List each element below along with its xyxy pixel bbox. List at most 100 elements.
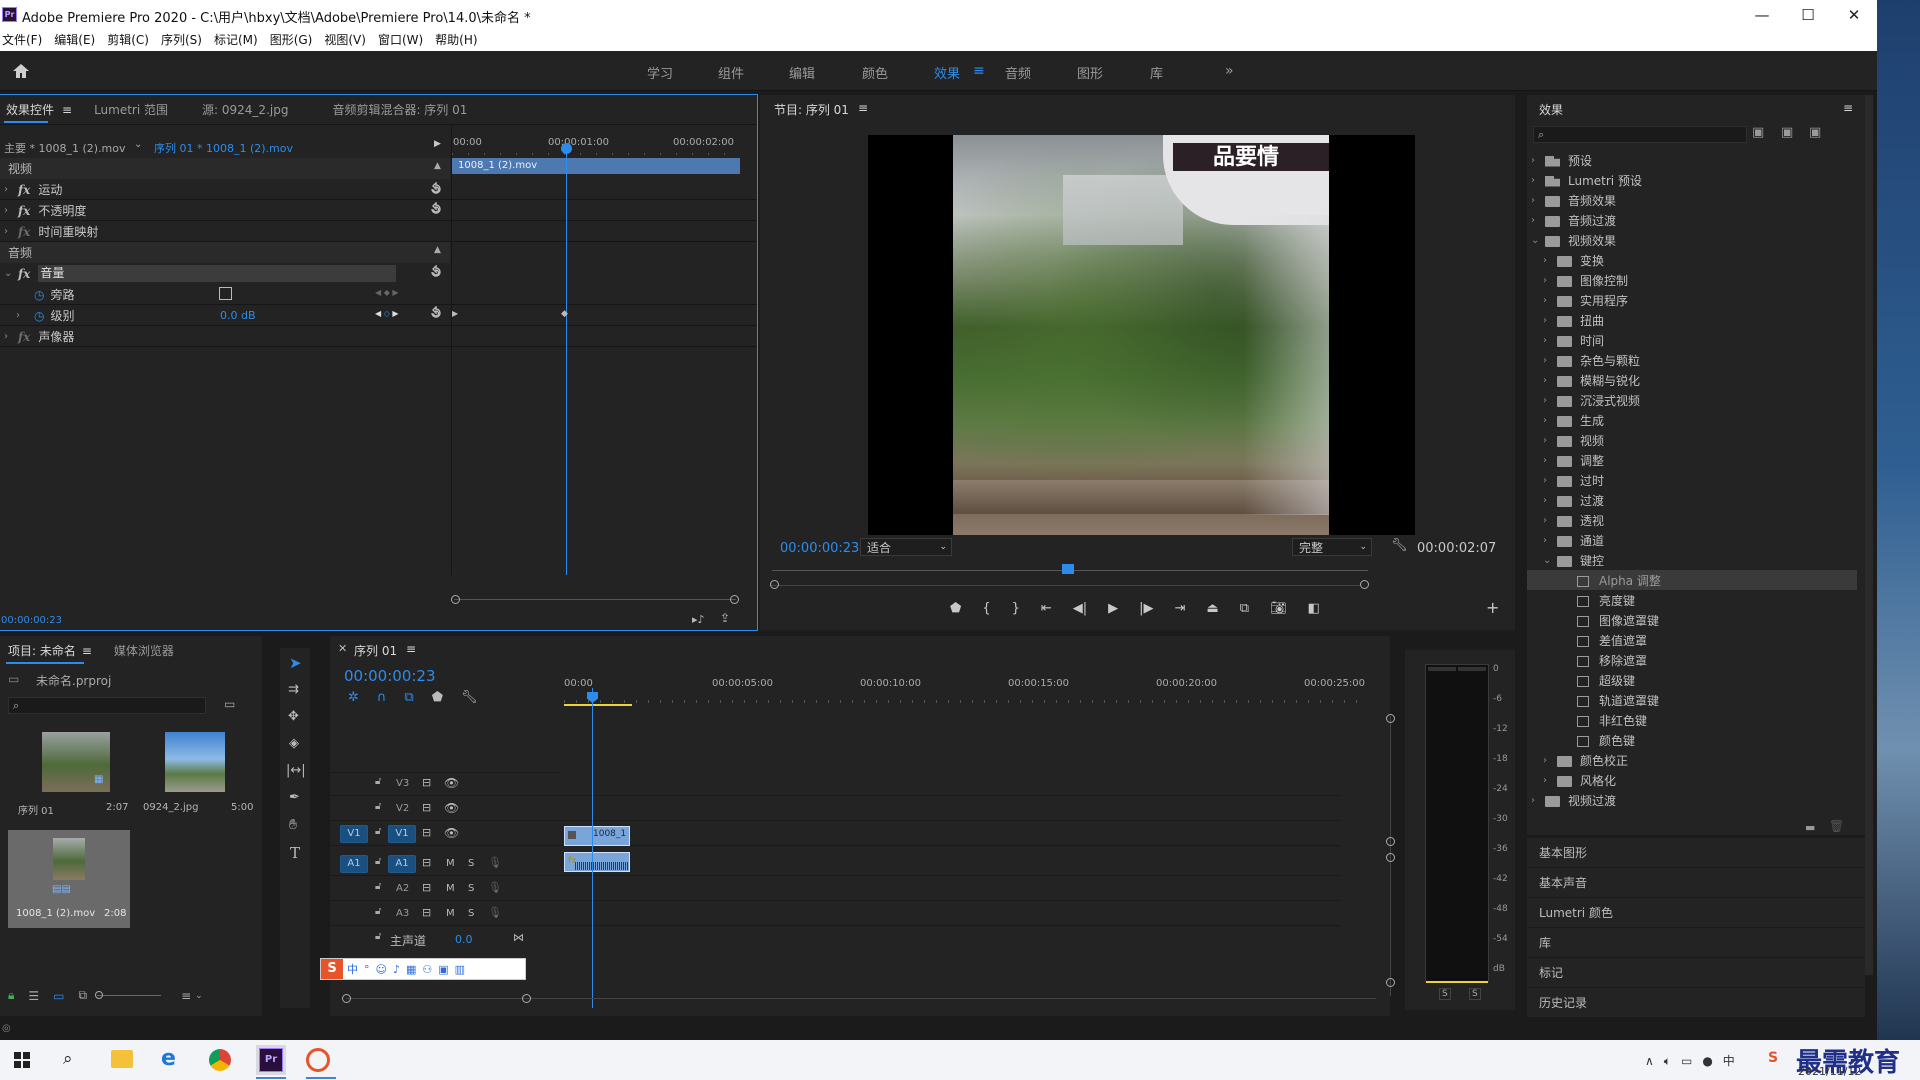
close-tab-icon[interactable]: ✕ [338, 642, 347, 655]
mute-button[interactable]: M [446, 858, 455, 869]
add-marker-icon[interactable]: ⬟ [950, 601, 961, 616]
delete-icon[interactable]: 🗑︎ [1829, 819, 1844, 833]
stopwatch-icon[interactable]: ◷ [34, 288, 44, 302]
workspace-learn[interactable]: 学习 [647, 63, 673, 82]
menu-graphics[interactable]: 图形(G) [270, 29, 313, 51]
play-icon[interactable]: ▶ [1108, 601, 1118, 616]
snap-icon[interactable]: ∩ [377, 690, 387, 705]
keying-effect-item[interactable]: 超级键 [1527, 670, 1857, 690]
timeline-settings-icon[interactable]: 🔧︎ [461, 690, 478, 705]
ec-zoom-handle-right[interactable] [730, 595, 739, 604]
video-effect-category[interactable]: › 扭曲 [1527, 310, 1857, 330]
track-label[interactable]: V2 [396, 803, 409, 814]
workspace-menu-icon[interactable]: ≡ [973, 63, 985, 79]
windows-start-icon[interactable] [14, 1052, 30, 1068]
expand-arrow-icon[interactable]: ▶ [452, 309, 458, 318]
razor-tool-icon[interactable]: ◈ [289, 736, 299, 751]
eye-icon[interactable]: 👁︎ [444, 826, 459, 840]
video-effect-category[interactable]: › 图像控制 [1527, 270, 1857, 290]
effects-category[interactable]: › 音频效果 [1527, 190, 1857, 210]
menu-clip[interactable]: 剪辑(C) [107, 29, 149, 51]
reset-level-icon[interactable] [429, 306, 443, 320]
track-lock-icon[interactable]: 🔓︎ [375, 856, 381, 867]
ec-timecode[interactable]: 00:00:00:23 [1, 615, 62, 626]
quality-dropdown[interactable]: 完整 ⌄ [1292, 538, 1372, 556]
video-effect-category[interactable]: › 沉浸式视频 [1527, 390, 1857, 410]
ec-zoom-handle-left[interactable] [451, 595, 460, 604]
source-patch-button[interactable]: V1 [340, 825, 368, 843]
ripple-edit-tool-icon[interactable]: ✥ [288, 709, 299, 724]
home-icon[interactable] [12, 63, 30, 79]
sync-lock-icon[interactable]: ⊟ [422, 906, 431, 919]
mute-button[interactable]: M [446, 908, 455, 919]
panel-menu-icon[interactable]: ≡ [858, 101, 868, 115]
close-button[interactable]: ✕ [1834, 4, 1874, 26]
ec-split-divider[interactable] [451, 125, 452, 575]
section-5[interactable]: 历史记录 [1527, 988, 1865, 1017]
workspace-graphics[interactable]: 图形 [1077, 63, 1103, 82]
project-item-sequence[interactable]: ▦ 序列 01 2:07 [8, 728, 130, 824]
reset-opacity-icon[interactable] [429, 202, 443, 216]
master-track-row[interactable]: 🔓︎ 主声道 0.0 ⋈ [330, 927, 1340, 951]
track-lock-icon[interactable]: 🔓︎ [375, 776, 381, 787]
track-label[interactable]: V3 [396, 778, 409, 789]
solo-button[interactable]: S [468, 908, 474, 919]
timeline-title[interactable]: 序列 01 [354, 642, 397, 659]
program-title[interactable]: 节目: 序列 01 [774, 101, 849, 118]
sort-dropdown-icon[interactable]: ⌄ [195, 991, 203, 1001]
track-lock-icon[interactable]: 🔓︎ [375, 801, 381, 812]
panel-menu-icon[interactable]: ≡ [62, 103, 72, 117]
edge-browser-icon[interactable]: e [161, 1046, 176, 1071]
window-scrollbar[interactable] [1865, 95, 1873, 975]
tab-media-browser[interactable]: 媒体浏览器 [114, 642, 174, 659]
project-item-image[interactable]: 0924_2.jpg 5:00 [135, 728, 257, 824]
mute-button[interactable]: M [446, 883, 455, 894]
horizontal-scrollbar[interactable] [346, 998, 1376, 999]
list-view-icon[interactable]: ☰ [28, 989, 39, 1003]
program-playhead[interactable] [1062, 564, 1074, 574]
nest-toggle-icon[interactable]: ✲ [348, 690, 359, 705]
eye-icon[interactable]: 👁︎ [444, 801, 459, 815]
effect-row-panner[interactable]: › fx 声像器 [0, 326, 450, 347]
effects-category[interactable]: › 音频过渡 [1527, 210, 1857, 230]
sequence-clip-link[interactable]: 序列 01 * 1008_1 (2).mov [154, 140, 293, 156]
section-1[interactable]: 基本声音 [1527, 868, 1865, 897]
menu-window[interactable]: 窗口(W) [378, 29, 423, 51]
type-tool-icon[interactable]: T [290, 844, 300, 862]
pen-tool-icon[interactable]: ✒ [289, 790, 300, 805]
workspace-effects[interactable]: 效果 [934, 63, 960, 82]
workspace-audio[interactable]: 音频 [1005, 63, 1031, 82]
go-to-in-icon[interactable]: ⇤ [1041, 601, 1052, 616]
video-collapse-icon[interactable]: ▲ [434, 161, 441, 171]
track-label[interactable]: A2 [396, 883, 409, 894]
level-value[interactable]: 0.0 dB [220, 309, 256, 322]
project-search-input[interactable]: ⌕ [8, 697, 206, 714]
effects-category[interactable]: ⌄ 视频效果 [1527, 230, 1857, 250]
keying-effect-item[interactable]: 移除遮罩 [1527, 650, 1857, 670]
effects-search-input[interactable]: ⌕ [1533, 126, 1747, 143]
search-icon[interactable]: ⌕ [63, 1049, 73, 1069]
effects-category[interactable]: › Lumetri 预设 [1527, 170, 1857, 190]
go-to-end-icon[interactable]: ⋈ [513, 931, 524, 944]
effect-row-volume[interactable]: ⌄ fx 音量 [0, 263, 450, 284]
level-keyframe-icon[interactable]: ◆ [561, 309, 568, 319]
menu-file[interactable]: 文件(F) [2, 29, 42, 51]
maximize-button[interactable]: ☐ [1788, 4, 1828, 26]
stopwatch-icon[interactable]: ◷ [34, 309, 44, 323]
eye-icon[interactable]: 👁︎ [444, 776, 459, 790]
video-effect-category[interactable]: › 过渡 [1527, 490, 1857, 510]
ime-tool-icons[interactable]: 中°☺♪▦⚇▣▥ [347, 961, 471, 977]
video-effect-category[interactable]: › 杂色与颗粒 [1527, 350, 1857, 370]
program-timecode[interactable]: 00:00:00:23 [780, 541, 859, 556]
new-bin-icon[interactable]: ▬ [1805, 821, 1815, 834]
step-forward-icon[interactable]: |▶ [1139, 601, 1153, 616]
track-lock-icon[interactable]: 🔓︎ [375, 906, 381, 917]
zoom-slider[interactable] [95, 991, 162, 999]
play-clip-audio-icon[interactable]: ▶ [434, 139, 441, 149]
reset-volume-icon[interactable] [429, 265, 443, 279]
menu-marker[interactable]: 标记(M) [214, 29, 258, 51]
program-zoom-handle-left[interactable] [770, 580, 779, 589]
effect-row-motion[interactable]: › fx 运动 [0, 179, 450, 200]
keying-effect-item[interactable]: 非红色键 [1527, 710, 1857, 730]
yuv-effects-icon[interactable]: ▣ [1809, 125, 1821, 140]
